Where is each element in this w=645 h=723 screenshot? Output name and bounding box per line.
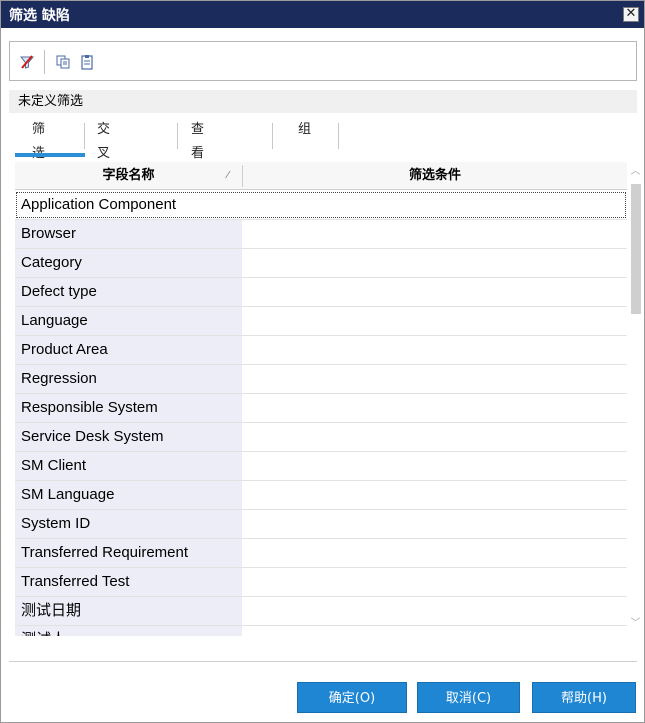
filter-grid: 字段名称 ⁄ 筛选条件 Application Component Browse… — [15, 162, 627, 636]
filter-condition-cell[interactable] — [243, 626, 627, 636]
field-name-cell[interactable]: Defect type — [15, 278, 242, 306]
tab-separator — [84, 123, 85, 149]
field-name-cell[interactable]: Language — [15, 307, 242, 335]
table-row[interactable]: Language — [15, 307, 627, 336]
filter-condition-cell[interactable] — [243, 539, 627, 567]
table-row[interactable]: Application Component — [15, 191, 627, 220]
field-name-cell[interactable]: SM Language — [15, 481, 242, 509]
field-name-cell[interactable]: Regression — [15, 365, 242, 393]
help-button[interactable]: 帮助(H) — [532, 682, 636, 713]
field-name-cell[interactable]: Product Area — [15, 336, 242, 364]
scroll-thumb[interactable] — [631, 184, 641, 314]
cancel-button[interactable]: 取消(C) — [417, 682, 520, 713]
footer-divider — [9, 661, 637, 662]
table-row[interactable]: Product Area — [15, 336, 627, 365]
table-row[interactable]: Service Desk System — [15, 423, 627, 452]
filter-condition-cell[interactable] — [243, 394, 627, 422]
field-name-cell[interactable]: Application Component — [15, 191, 627, 219]
column-header-field-name[interactable]: 字段名称 — [15, 162, 242, 189]
window-title: 筛选 缺陷 — [9, 8, 70, 24]
table-row[interactable]: Defect type — [15, 278, 627, 307]
toolbar — [9, 41, 637, 81]
filter-condition-cell[interactable] — [243, 597, 627, 625]
toolbar-separator — [44, 50, 45, 74]
grid-rows: Application Component Browser Category D… — [15, 191, 627, 636]
active-tab-indicator — [15, 153, 85, 157]
field-name-cell[interactable]: Transferred Requirement — [15, 539, 242, 567]
filter-condition-cell[interactable] — [243, 365, 627, 393]
table-row[interactable]: 测试人 — [15, 626, 627, 636]
tab-separator — [272, 123, 273, 149]
column-header-filter-condition[interactable]: 筛选条件 — [243, 162, 627, 189]
table-row[interactable]: Regression — [15, 365, 627, 394]
scroll-down-icon[interactable]: ﹀ — [627, 616, 644, 632]
field-name-cell[interactable]: System ID — [15, 510, 242, 538]
field-name-cell[interactable]: 测试人 — [15, 626, 242, 636]
filter-condition-cell[interactable] — [243, 423, 627, 451]
table-row[interactable]: Responsible System — [15, 394, 627, 423]
field-name-cell[interactable]: Browser — [15, 220, 242, 248]
field-name-cell[interactable]: Service Desk System — [15, 423, 242, 451]
field-name-cell[interactable]: Category — [15, 249, 242, 277]
field-name-cell[interactable]: SM Client — [15, 452, 242, 480]
tab-cross-filter[interactable]: 交叉筛选 — [97, 118, 110, 209]
field-name-cell[interactable]: Responsible System — [15, 394, 242, 422]
ok-button[interactable]: 确定(O) — [297, 682, 407, 713]
tab-view-order[interactable]: 查看顺序 — [191, 118, 204, 209]
filter-condition-cell[interactable] — [243, 278, 627, 306]
table-row[interactable]: Browser — [15, 220, 627, 249]
copy-icon[interactable] — [55, 54, 71, 70]
tab-filter[interactable]: 筛选 — [32, 118, 45, 161]
tab-separator — [338, 123, 339, 149]
filter-condition-cell[interactable] — [243, 452, 627, 480]
tab-group[interactable]: 组 — [298, 118, 311, 146]
filter-status-label: 未定义筛选 — [9, 90, 637, 113]
paste-icon[interactable] — [79, 54, 95, 70]
close-button[interactable]: ✕ — [623, 7, 639, 22]
title-bar: 筛选 缺陷 ✕ — [1, 1, 644, 28]
scroll-up-icon[interactable]: ︿ — [627, 164, 644, 180]
table-row[interactable]: Category — [15, 249, 627, 278]
table-row[interactable]: Transferred Test — [15, 568, 627, 597]
table-row[interactable]: SM Language — [15, 481, 627, 510]
grid-header: 字段名称 ⁄ 筛选条件 — [15, 162, 627, 190]
table-row[interactable]: Transferred Requirement — [15, 539, 627, 568]
filter-condition-cell[interactable] — [243, 220, 627, 248]
grid-scrollbar[interactable]: ︿ ﹀ — [627, 162, 644, 636]
sort-indicator-icon: ⁄ — [227, 170, 229, 181]
close-icon: ✕ — [625, 6, 637, 21]
field-name-cell[interactable]: 测试日期 — [15, 597, 242, 625]
table-row[interactable]: SM Client — [15, 452, 627, 481]
clear-filter-icon[interactable] — [19, 54, 35, 70]
table-row[interactable]: System ID — [15, 510, 627, 539]
filter-defects-dialog: 筛选 缺陷 ✕ 未定义筛选 筛 交叉 查看 组 字段名称 ⁄ 筛选条件 Appl… — [0, 0, 645, 723]
filter-condition-cell[interactable] — [243, 307, 627, 335]
table-row[interactable]: 测试日期 — [15, 597, 627, 626]
filter-condition-cell[interactable] — [243, 336, 627, 364]
tab-separator — [177, 123, 178, 149]
filter-condition-cell[interactable] — [243, 510, 627, 538]
filter-condition-cell[interactable] — [243, 481, 627, 509]
filter-condition-cell[interactable] — [243, 568, 627, 596]
filter-condition-cell[interactable] — [243, 249, 627, 277]
field-name-cell[interactable]: Transferred Test — [15, 568, 242, 596]
